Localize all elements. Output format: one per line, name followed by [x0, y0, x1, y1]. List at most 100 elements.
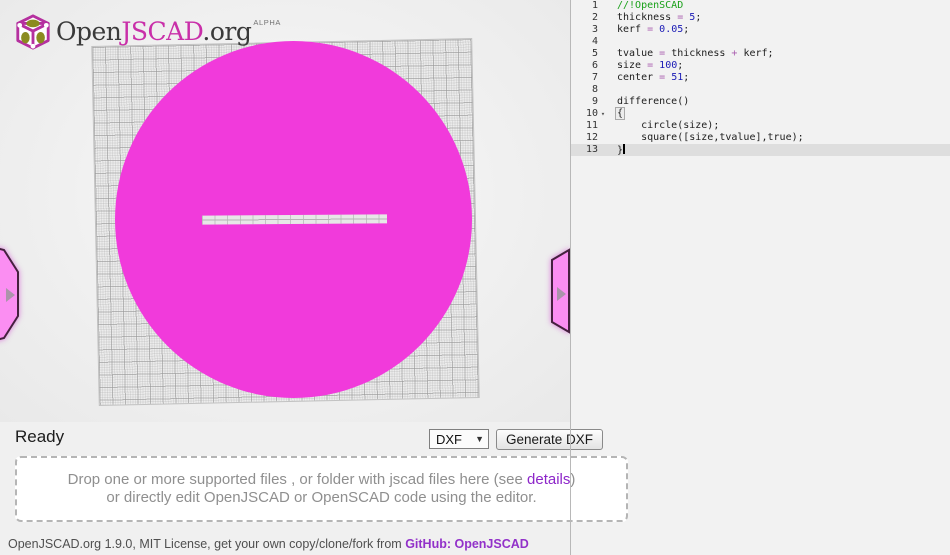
code-token: kerf [617, 24, 648, 35]
code-text: thickness = 5; [608, 12, 701, 24]
line-number: 5 [591, 48, 598, 59]
code-line[interactable]: 3 kerf = 0.05; [571, 24, 950, 36]
dropzone-text: ) [570, 471, 576, 488]
expand-left-panel-tab[interactable] [0, 244, 22, 344]
line-number: 10 [585, 108, 598, 119]
code-line[interactable]: 13} [571, 144, 950, 156]
code-text: kerf = 0.05; [608, 24, 689, 36]
logo-org: .org [202, 17, 252, 46]
github-link[interactable]: GitHub: OpenJSCAD [405, 537, 529, 551]
code-token: ; [683, 72, 690, 83]
gutter-cell: 9 [571, 96, 608, 108]
gutter-cell: 1 [571, 0, 608, 12]
code-text: { [608, 107, 626, 120]
logo-open: Open [56, 17, 122, 46]
gutter-cell: 8 [571, 84, 608, 96]
code-line[interactable]: 5 tvalue = thickness + kerf; [571, 48, 950, 60]
code-token: square([size,tvalue],true); [617, 132, 804, 143]
file-dropzone[interactable]: Drop one or more supported files , or fo… [15, 456, 628, 522]
logo: OpenJSCAD.org ALPHA [14, 12, 281, 52]
gutter-cell: 12 [571, 132, 608, 144]
line-number: 2 [591, 12, 598, 23]
line-number: 9 [591, 96, 598, 107]
gutter-cell: 5 [571, 48, 608, 60]
gutter-cell: 7 [571, 72, 608, 84]
gutter-cell: 3 [571, 24, 608, 36]
line-number: 12 [585, 132, 598, 143]
code-text: center = 51; [608, 72, 689, 84]
gutter-cell: 13 [571, 144, 608, 156]
openjscad-app: OpenJSCAD.org ALPHA Ready DXF ▼ Generate… [0, 0, 950, 555]
panel-divider[interactable] [570, 0, 571, 555]
code-line[interactable]: 2 thickness = 5; [571, 12, 950, 24]
status-text: Ready [15, 427, 65, 446]
format-select[interactable]: DXF ▼ [429, 429, 489, 449]
code-line[interactable]: 12 square([size,tvalue],true); [571, 132, 950, 144]
code-token: circle(size); [617, 120, 720, 131]
code-line[interactable]: 9 difference() [571, 96, 950, 108]
code-token: 100 [659, 60, 678, 71]
code-text: } [608, 144, 625, 156]
code-line[interactable]: 8 [571, 84, 950, 96]
code-text: //!OpenSCAD [608, 0, 683, 12]
code-token: kerf; [737, 48, 774, 59]
output-controls: DXF ▼ Generate DXF [429, 429, 604, 450]
code-line[interactable]: 4 [571, 36, 950, 48]
code-text: square([size,tvalue],true); [608, 132, 804, 144]
code-line[interactable]: 10 ▾ { [571, 107, 950, 120]
code-line[interactable]: 7 center = 51; [571, 72, 950, 84]
code-text: circle(size); [608, 120, 719, 132]
line-number: 6 [591, 60, 598, 71]
code-line[interactable]: 6 size = 100; [571, 60, 950, 72]
chevron-down-icon: ▼ [475, 434, 484, 444]
line-number: 1 [591, 0, 598, 11]
line-number: 4 [591, 36, 598, 47]
line-number: 11 [585, 120, 598, 131]
rendered-slot-cutout [201, 214, 388, 225]
code-token: 51 [671, 72, 684, 83]
gutter-cell: 4 [571, 36, 608, 48]
openjscad-cube-icon [16, 14, 50, 50]
details-link[interactable]: details [527, 471, 570, 488]
dropzone-text: Drop one or more supported files , or fo… [67, 471, 528, 488]
generate-button[interactable]: Generate DXF [496, 429, 604, 450]
expand-right-panel-tab[interactable] [548, 244, 571, 344]
viewer-canvas[interactable] [0, 0, 570, 422]
code-token: ; [677, 60, 684, 71]
logo-wordmark: OpenJSCAD.org [56, 12, 252, 52]
text-cursor [623, 144, 625, 154]
code-token: 0.05 [659, 24, 684, 35]
fold-arrow-icon[interactable]: ▾ [598, 108, 608, 120]
gutter-cell: 2 [571, 12, 608, 24]
gutter-cell: 10 ▾ [571, 108, 608, 120]
code-lines: 1 //!OpenSCAD 2 thickness = 5; 3 kerf = 0.05;… [571, 0, 950, 156]
dropzone-line1: Drop one or more supported files , or fo… [68, 471, 576, 489]
code-token: //!OpenSCAD [617, 0, 684, 11]
line-number: 8 [591, 84, 598, 95]
code-token: center [617, 72, 660, 83]
dropzone-line2: or directly edit OpenJSCAD or OpenSCAD c… [106, 489, 537, 506]
footer-text: OpenJSCAD.org 1.9.0, MIT License, get yo… [8, 537, 406, 551]
code-token: size [617, 60, 648, 71]
alpha-badge: ALPHA [253, 18, 281, 27]
code-line[interactable]: 11 circle(size); [571, 120, 950, 132]
footer: OpenJSCAD.org 1.9.0, MIT License, get yo… [8, 537, 529, 551]
code-token: ; [683, 24, 690, 35]
code-token: { [615, 107, 626, 120]
line-number: 7 [591, 72, 598, 83]
code-token: thickness [665, 48, 732, 59]
line-number: 3 [591, 24, 598, 35]
code-line[interactable]: 1 //!OpenSCAD [571, 0, 950, 12]
